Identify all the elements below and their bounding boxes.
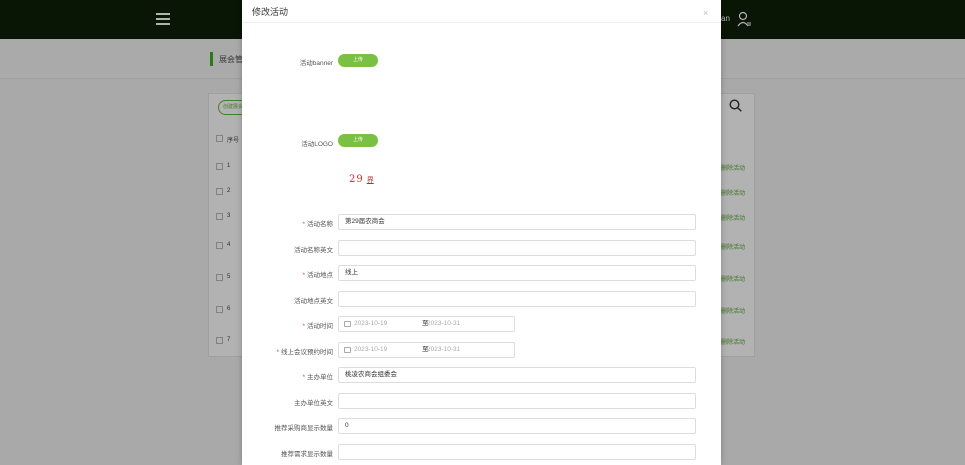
- time-label-text: 活动时间: [307, 323, 333, 330]
- name-en-label: 活动名称英文: [294, 247, 333, 254]
- time-range-picker[interactable]: 2023-10-19 至 2023-10-31: [338, 316, 515, 332]
- demand-count-input[interactable]: [338, 444, 696, 460]
- calendar-icon: [344, 321, 351, 327]
- organizer-en-label: 主办单位英文: [294, 400, 333, 407]
- logo-upload-button[interactable]: 上传: [338, 134, 378, 147]
- meeting-time-range-picker[interactable]: 2023-10-19 至 2023-10-31: [338, 342, 515, 358]
- demand-count-label: 推荐需求显示数量: [281, 451, 333, 458]
- modal-header: 修改活动 ×: [242, 0, 721, 23]
- location-label-text: 活动地点: [307, 272, 333, 279]
- logo-preview-sub: 界: [366, 176, 374, 184]
- organizer-en-input[interactable]: [338, 393, 696, 409]
- required-mark: *: [302, 323, 305, 330]
- location-en-input[interactable]: [338, 291, 696, 307]
- meeting-time-label: * 线上会议预约时间: [242, 346, 333, 356]
- time-start[interactable]: 2023-10-19: [354, 317, 387, 331]
- name-en-input[interactable]: [338, 240, 696, 256]
- name-input[interactable]: 第29届农商会: [338, 214, 696, 230]
- time-end[interactable]: 2023-10-31: [427, 317, 460, 331]
- close-icon[interactable]: ×: [703, 9, 708, 18]
- location-input[interactable]: 线上: [338, 265, 696, 281]
- required-mark: *: [302, 272, 305, 279]
- meeting-time-end[interactable]: 2023-10-31: [427, 343, 460, 357]
- logo-preview-image: 29 界: [349, 174, 374, 185]
- name-label-text: 活动名称: [307, 221, 333, 228]
- buyer-count-input[interactable]: 0: [338, 418, 696, 434]
- name-label: * 活动名称: [242, 218, 333, 228]
- required-mark: *: [302, 374, 305, 381]
- calendar-icon: [344, 347, 351, 353]
- banner-upload-button[interactable]: 上传: [338, 54, 378, 67]
- location-en-label: 活动地点英文: [294, 298, 333, 305]
- logo-label: 活动LOGO: [301, 141, 333, 148]
- edit-activity-modal: 修改活动 × 活动banner 上传 活动LOGO 上传 29 界 * 活动名称 第…: [242, 0, 721, 465]
- location-label: * 活动地点: [242, 269, 333, 279]
- organizer-label: * 主办单位: [242, 371, 333, 381]
- required-mark: *: [302, 221, 305, 228]
- buyer-count-label: 推荐采购商显示数量: [274, 425, 334, 432]
- logo-preview-text: 29: [349, 174, 364, 185]
- organizer-input[interactable]: 桃凌农商会组委会: [338, 367, 696, 383]
- organizer-label-text: 主办单位: [307, 374, 333, 381]
- banner-label: 活动banner: [299, 60, 333, 67]
- modal-title: 修改活动: [252, 7, 289, 17]
- time-label: * 活动时间: [242, 320, 333, 330]
- meeting-time-label-text: 线上会议预约时间: [281, 349, 333, 356]
- required-mark: *: [276, 349, 279, 356]
- meeting-time-start[interactable]: 2023-10-19: [354, 343, 387, 357]
